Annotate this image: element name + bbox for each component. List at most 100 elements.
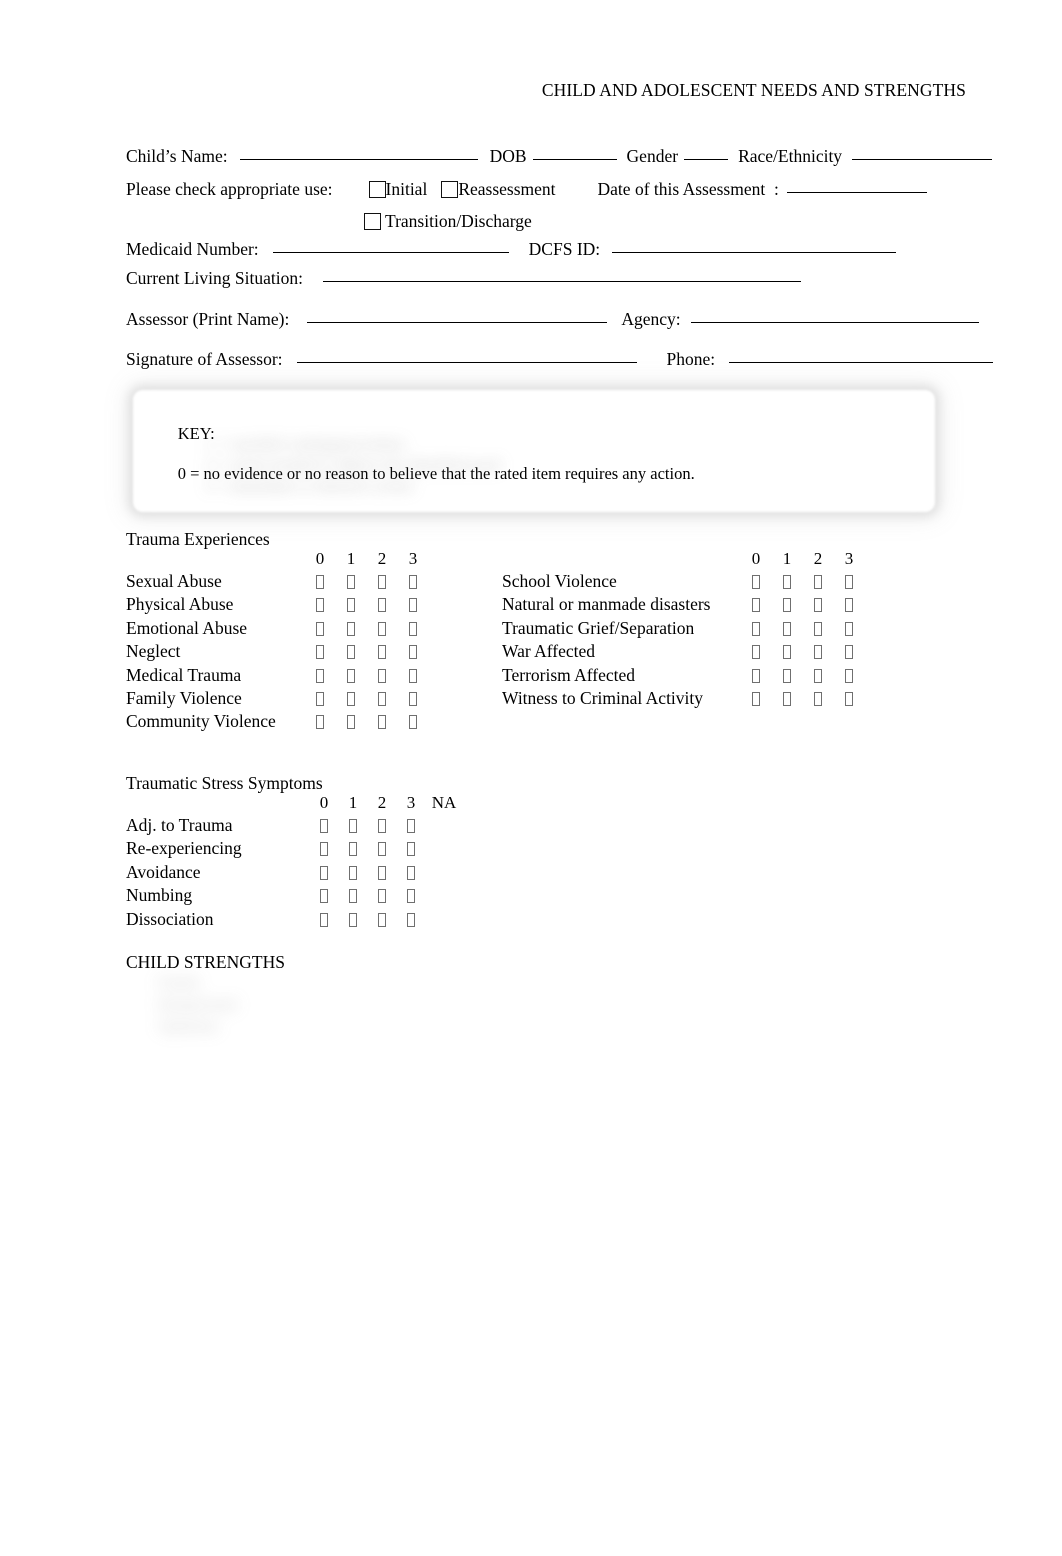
rating-checkbox-1[interactable] <box>783 598 791 613</box>
rating-checkbox-0[interactable] <box>320 889 328 904</box>
checkbox-initial-label: Initial <box>385 179 428 199</box>
rating-checkbox-1[interactable] <box>347 645 355 660</box>
rating-checkbox-2[interactable] <box>814 645 822 660</box>
rating-checkbox-0[interactable] <box>320 842 328 857</box>
rating-checkbox-3[interactable] <box>845 598 853 613</box>
rating-checkbox-1[interactable] <box>783 645 791 660</box>
use-type-row-2: Transition/Discharge <box>364 210 532 232</box>
use-type-prompt: Please check appropriate use: <box>126 179 333 199</box>
rating-checkbox-1[interactable] <box>347 621 355 636</box>
rating-scale-label-2: 2 <box>377 549 387 568</box>
rating-checkbox-0[interactable] <box>320 912 328 927</box>
agency-label: Agency: <box>621 309 681 329</box>
rating-checkbox-3[interactable] <box>845 621 853 636</box>
rating-checkbox-1[interactable] <box>347 668 355 683</box>
medicaid-input[interactable] <box>272 252 509 253</box>
gender-input[interactable] <box>684 159 729 160</box>
rating-checkbox-3[interactable] <box>409 575 417 589</box>
rating-checkbox-3[interactable] <box>409 691 417 706</box>
rating-scale-header: 0 1 2 3 NA <box>126 793 466 815</box>
rating-row: Numbing <box>126 885 466 908</box>
rating-checkbox-3[interactable] <box>409 621 417 636</box>
rating-checkbox-2[interactable] <box>378 621 386 636</box>
rating-checkbox-1[interactable] <box>347 598 355 613</box>
rating-checkbox-3[interactable] <box>407 819 415 833</box>
child-name-label: Child’s Name: <box>126 146 228 166</box>
rating-checkbox-1[interactable] <box>783 575 791 589</box>
rating-checkbox-2[interactable] <box>814 621 822 636</box>
rating-checkbox-0[interactable] <box>316 621 324 636</box>
rating-checkbox-0[interactable] <box>752 691 760 706</box>
rating-checkbox-1[interactable] <box>349 819 357 833</box>
rating-checkbox-0[interactable] <box>316 645 324 660</box>
rating-checkbox-2[interactable] <box>378 691 386 706</box>
rating-checkbox-0[interactable] <box>316 575 324 589</box>
rating-checkbox-2[interactable] <box>814 575 822 589</box>
rating-checkbox-2[interactable] <box>378 865 386 880</box>
rating-checkbox-3[interactable] <box>407 842 415 857</box>
rating-scale-label-2: 2 <box>813 549 823 568</box>
rating-checkbox-2[interactable] <box>378 819 386 833</box>
rating-checkbox-3[interactable] <box>409 645 417 660</box>
rating-checkbox-2[interactable] <box>814 691 822 706</box>
rating-checkbox-0[interactable] <box>316 691 324 706</box>
rating-checkbox-2[interactable] <box>378 575 386 589</box>
dcfs-id-input[interactable] <box>612 252 897 253</box>
checkbox-transition-discharge[interactable] <box>364 213 381 230</box>
phone-input[interactable] <box>729 362 994 363</box>
rating-checkbox-0[interactable] <box>752 598 760 613</box>
rating-checkbox-3[interactable] <box>845 645 853 660</box>
rating-row: Physical Abuse <box>126 594 426 617</box>
rating-item-label: Adj. to Trauma <box>126 815 233 835</box>
rating-checkbox-1[interactable] <box>783 691 791 706</box>
rating-checkbox-2[interactable] <box>378 668 386 683</box>
rating-checkbox-3[interactable] <box>409 668 417 683</box>
race-ethnicity-input[interactable] <box>852 159 993 160</box>
dob-input[interactable] <box>532 159 617 160</box>
child-name-input[interactable] <box>239 159 478 160</box>
rating-checkbox-3[interactable] <box>845 575 853 589</box>
rating-checkbox-3[interactable] <box>407 865 415 880</box>
rating-checkbox-1[interactable] <box>347 715 355 730</box>
rating-checkbox-1[interactable] <box>349 842 357 857</box>
signature-input[interactable] <box>296 362 637 363</box>
rating-checkbox-0[interactable] <box>752 621 760 636</box>
rating-checkbox-2[interactable] <box>814 668 822 683</box>
assessor-name-input[interactable] <box>307 322 608 323</box>
rating-checkbox-0[interactable] <box>752 645 760 660</box>
rating-checkbox-0[interactable] <box>316 668 324 683</box>
rating-checkbox-3[interactable] <box>409 598 417 613</box>
rating-checkbox-1[interactable] <box>349 865 357 880</box>
rating-checkbox-2[interactable] <box>378 912 386 927</box>
rating-checkbox-0[interactable] <box>752 668 760 683</box>
rating-checkbox-2[interactable] <box>378 842 386 857</box>
rating-checkbox-0[interactable] <box>316 715 324 730</box>
rating-checkbox-0[interactable] <box>752 575 760 589</box>
rating-checkbox-1[interactable] <box>783 621 791 636</box>
rating-checkbox-3[interactable] <box>845 691 853 706</box>
phone-label: Phone: <box>666 349 716 369</box>
rating-checkbox-1[interactable] <box>347 575 355 589</box>
checkbox-reassessment[interactable] <box>441 181 459 198</box>
rating-checkbox-3[interactable] <box>407 889 415 904</box>
rating-checkbox-2[interactable] <box>378 598 386 613</box>
rating-checkbox-3[interactable] <box>409 715 417 730</box>
rating-checkbox-0[interactable] <box>320 819 328 833</box>
rating-checkbox-2[interactable] <box>378 889 386 904</box>
rating-checkbox-1[interactable] <box>349 912 357 927</box>
rating-checkbox-3[interactable] <box>845 668 853 683</box>
rating-checkbox-0[interactable] <box>316 598 324 613</box>
living-situation-input[interactable] <box>322 281 801 282</box>
rating-checkbox-2[interactable] <box>814 598 822 613</box>
rating-checkbox-1[interactable] <box>349 889 357 904</box>
rating-checkbox-1[interactable] <box>347 691 355 706</box>
assessment-date-input[interactable] <box>786 192 927 193</box>
agency-input[interactable] <box>690 322 979 323</box>
rating-checkbox-2[interactable] <box>378 645 386 660</box>
rating-item-label: Emotional Abuse <box>126 617 248 638</box>
rating-checkbox-2[interactable] <box>378 715 386 730</box>
rating-checkbox-0[interactable] <box>320 865 328 880</box>
checkbox-initial[interactable] <box>368 181 386 198</box>
rating-checkbox-1[interactable] <box>783 668 791 683</box>
rating-checkbox-3[interactable] <box>407 912 415 927</box>
